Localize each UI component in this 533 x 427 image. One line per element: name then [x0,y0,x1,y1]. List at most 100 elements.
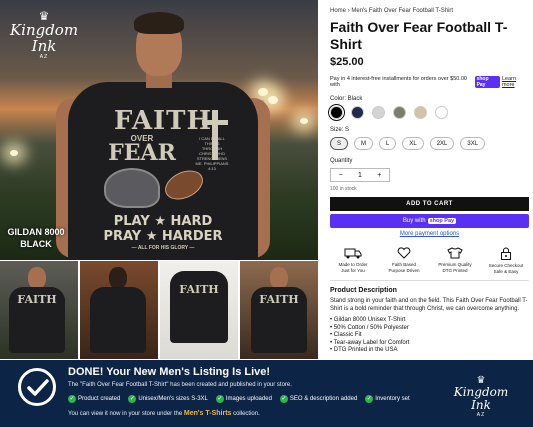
checklist-text: Inventory set [375,396,410,402]
banner-title: DONE! Your New Men's Listing Is Live! [68,366,271,378]
check-icon: ✓ [279,395,288,403]
add-to-cart-button[interactable]: ADD TO CART [330,197,529,211]
description-text: Stand strong in your faith and on the fi… [330,298,528,312]
color-swatch[interactable] [414,106,427,119]
banner-foot-after: collection. [233,411,260,417]
feature-premium-quality: Premium Quality DTG Printed [432,247,478,274]
breadcrumb-home[interactable]: Home [330,8,346,14]
bullet-item: DTG Printed in the USA [330,347,529,355]
bullet-item: 50% Cotton / 50% Polyester [330,325,529,333]
divider [330,280,529,281]
banner-foot-before: You can view it now in your store under … [68,411,183,417]
installments-text: Pay in 4 interest-free installments for … [330,76,467,88]
size-option[interactable]: S [330,137,349,150]
thumbnail-back-model[interactable] [80,261,158,359]
color-swatch[interactable] [328,104,345,121]
checklist-text: Unisex/Men's sizes S-3XL [138,396,208,402]
print-play-hard: PLAY ★ HARD [113,214,213,229]
size-options: S M L XL 2XL 3XL [330,137,529,150]
check-icon: ✓ [365,395,374,403]
feature-made-to-order: Made to Order Just for You [330,247,376,274]
model-person: FAITH OVER FEAR I CAN DO ALL THINGS THRO… [56,10,270,260]
size-option[interactable]: M [354,137,374,150]
color-label: Color: Black [330,96,363,102]
print-verse: I CAN DO ALL THINGS THROUGH CHRIST WHO S… [195,136,229,171]
quantity-label: Quantity [330,158,353,164]
size-option[interactable]: XL [402,137,424,150]
checklist-text: Product created [78,396,121,402]
breadcrumb-current: Men's Faith Over Fear Football T-Shirt [351,8,454,14]
feature-badges: Made to Order Just for You Faith Based P… [330,247,529,274]
truck-icon [344,248,362,259]
success-banner: DONE! Your New Men's Listing Is Live! Th… [0,360,533,427]
more-payment-options-link[interactable]: More payment options [330,231,529,237]
qty-increase-button[interactable]: + [370,172,389,179]
thumbnail-lifestyle[interactable]: FAITH [240,261,318,359]
product-info-panel: Home › Men's Faith Over Fear Football T-… [324,0,533,359]
thumb-tshirt-back [90,287,146,353]
feature-line2: Just for You [341,267,365,273]
breadcrumb-separator: › [347,8,350,14]
thumbnail-flatlay[interactable]: FAITH [160,261,238,359]
check-icon: ✓ [128,395,137,403]
collection-link[interactable]: Men's T-Shirts [184,410,232,417]
logo-sub: AZ [39,54,49,60]
blank-tag: GILDAN 8000 BLACK [6,226,66,250]
size-option[interactable]: L [379,137,397,150]
thumb-model-head [28,267,46,289]
feature-line2: Safe & Easy [493,268,519,274]
banner-footnote: You can view it now in your store under … [68,410,260,417]
check-icon: ✓ [68,395,76,403]
color-swatch[interactable] [393,106,406,119]
product-title: Faith Over Fear Football T-Shirt [330,19,508,52]
thumb-model-head [109,267,127,289]
page: FAITH OVER FEAR I CAN DO ALL THINGS THRO… [0,0,533,427]
stock-status: 100 in stock [330,186,357,192]
helmet-graphic [104,168,160,208]
print-glory: — ALL FOR HIS GLORY — [131,245,195,251]
feature-line1: Secure Checkout [488,263,524,268]
shirt-icon [447,247,463,259]
color-swatch[interactable] [372,106,385,119]
logo-name: Kingdom Ink [453,385,509,412]
logo-name: Kingdom Ink [9,21,79,55]
shoppay-logo: shop Pay [427,218,457,224]
size-option[interactable]: 3XL [460,137,486,150]
buy-with-shoppay-button[interactable]: Buy with shop Pay [330,214,529,228]
qty-decrease-button[interactable]: − [331,172,350,179]
product-main-image[interactable]: FAITH OVER FEAR I CAN DO ALL THINGS THRO… [0,0,318,260]
checklist-text: Images uploaded [225,396,272,402]
print-fear: FEAR [108,140,176,166]
shirt-print: FAITH OVER FEAR I CAN DO ALL THINGS THRO… [92,106,234,256]
thumb-print-text: FAITH [179,283,219,296]
qty-input[interactable]: 1 [350,172,369,179]
quantity-stepper: − 1 + [330,168,390,182]
color-swatch[interactable] [351,106,364,119]
size-label: Size: S [330,127,350,133]
stadium-light [268,96,278,104]
blank-tag-line2: BLACK [20,239,52,249]
print-faith: FAITH [113,106,213,136]
breadcrumb: Home › Men's Faith Over Fear Football T-… [330,8,529,14]
logo-sub: AZ [476,412,486,418]
thumb-tshirt [170,271,228,343]
feature-faith-based: Faith Based Purpose Driven [381,247,427,274]
blank-tag-line1: GILDAN 8000 [7,227,65,237]
color-swatch[interactable] [435,106,448,119]
bullet-item: Tear-away Label for Comfort [330,340,529,348]
thumbnail-front-model[interactable]: FAITH [0,261,78,359]
thumb-model-head [270,267,288,289]
stadium-light [10,150,18,156]
size-option[interactable]: 2XL [429,137,455,150]
checklist-item: ✓ Images uploaded [215,395,272,403]
print-pray-harder: PRAY ★ HARDER [103,229,223,244]
banner-subtitle: The "Faith Over Fear Football T-Shirt" h… [68,382,292,388]
model-hair [134,12,184,34]
thumbnail-strip: FAITH FAITH FAITH [0,261,318,359]
checklist-item: ✓ Product created [68,395,120,403]
feature-secure-checkout: Secure Checkout Safe & Easy [483,247,529,274]
checklist-item: ✓ SEO & description added [279,395,358,403]
feature-bullets: Gildan 8000 Unisex T-Shirt50% Cotton / 5… [330,317,529,355]
checklist-text: SEO & description added [289,396,358,402]
learn-more-link[interactable]: Learn more [502,76,529,88]
